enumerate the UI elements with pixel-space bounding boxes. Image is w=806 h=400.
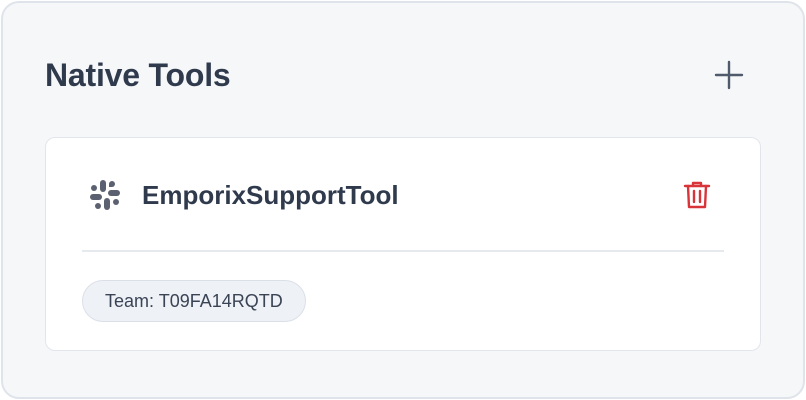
add-tool-button[interactable]: [711, 57, 747, 93]
trash-icon: [683, 181, 711, 209]
team-label: Team: T09FA14RQTD: [105, 290, 283, 311]
team-badge: Team: T09FA14RQTD: [82, 280, 306, 322]
tool-card: EmporixSupportTool Team: T09FA14RQTD: [45, 137, 761, 351]
slack-icon: [90, 180, 120, 210]
delete-tool-button[interactable]: [680, 178, 714, 212]
divider: [82, 250, 724, 252]
plus-icon: [714, 60, 744, 90]
panel-title: Native Tools: [45, 57, 231, 93]
tool-name: EmporixSupportTool: [142, 180, 399, 210]
native-tools-panel: Native Tools EmporixSupportTool Team: T0…: [1, 1, 805, 399]
